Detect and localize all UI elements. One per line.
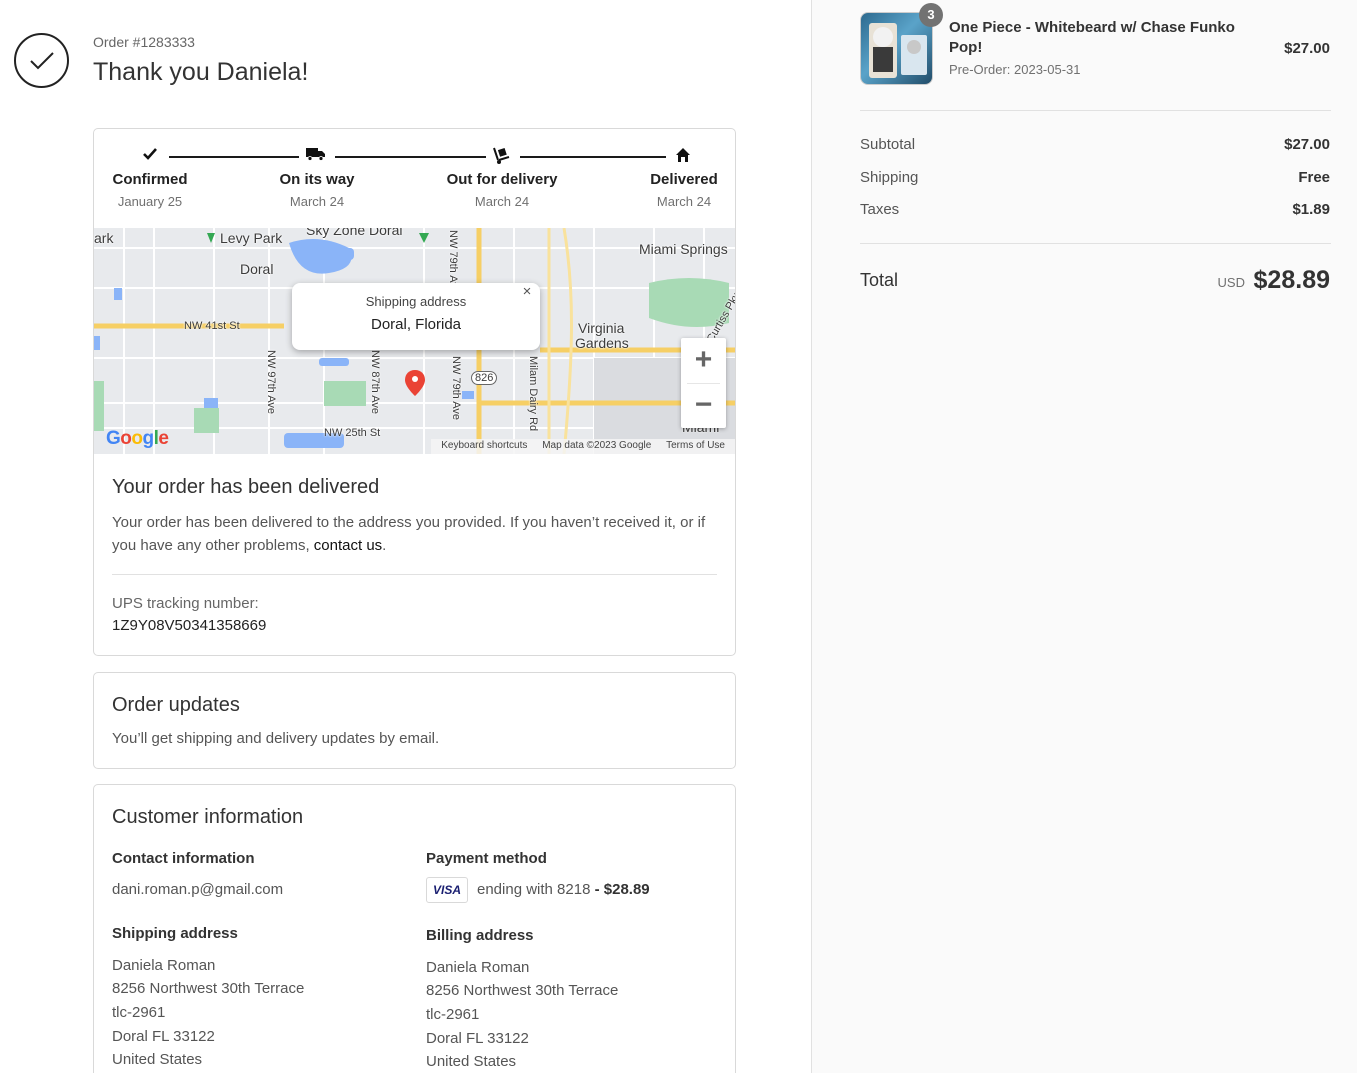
billing-address-heading: Billing address xyxy=(426,927,534,944)
payment-details: ending with 8218 - $28.89 xyxy=(477,881,650,898)
map-label: Levy Park xyxy=(220,230,283,246)
subtotal-value: $27.00 xyxy=(1284,136,1330,153)
payment-method-heading: Payment method xyxy=(426,850,547,867)
order-confirmed-icon xyxy=(14,33,69,88)
contact-email: dani.roman.p@gmail.com xyxy=(112,881,284,898)
step-date-out-for-delivery: March 24 xyxy=(474,194,530,209)
contact-info-heading: Contact information xyxy=(112,850,255,867)
divider xyxy=(112,574,717,575)
popup-city: Doral, Florida xyxy=(370,316,462,333)
tracking-label: UPS tracking number: xyxy=(112,595,259,612)
map-label: NW 41st St xyxy=(184,320,240,332)
delivery-progress: Confirmed On its way Out for delivery De… xyxy=(94,129,735,228)
map-label: NW 87th Ave xyxy=(369,350,381,414)
close-icon[interactable]: × xyxy=(518,283,536,301)
map-label: Doral xyxy=(240,261,274,277)
google-logo[interactable]: Google xyxy=(106,428,169,450)
progress-line xyxy=(169,156,299,158)
order-updates-heading: Order updates xyxy=(112,694,240,716)
keyboard-shortcuts-link[interactable]: Keyboard shortcuts xyxy=(441,440,527,451)
map-label: Gardens xyxy=(575,335,629,351)
order-updates-text: You’ll get shipping and delivery updates… xyxy=(112,730,440,747)
step-date-confirmed: January 25 xyxy=(117,194,183,209)
total-label: Total xyxy=(860,270,899,290)
shipping-value: Free xyxy=(1298,169,1330,186)
taxes-value: $1.89 xyxy=(1292,201,1330,218)
terms-of-use-link[interactable]: Terms of Use xyxy=(666,440,725,451)
step-label-confirmed: Confirmed xyxy=(112,171,188,188)
zoom-controls: + − xyxy=(681,338,726,428)
billing-address-line: Daniela Roman xyxy=(426,959,530,976)
order-status-box: Confirmed On its way Out for delivery De… xyxy=(93,128,736,656)
order-number: Order #1283333 xyxy=(93,34,195,50)
visa-icon: VISA xyxy=(426,877,468,903)
taxes-label: Taxes xyxy=(860,201,900,218)
step-date-on-its-way: March 24 xyxy=(289,194,345,209)
map-label: ark xyxy=(94,230,114,246)
total-currency: USD xyxy=(1217,275,1245,290)
product-price: $27.00 xyxy=(1284,40,1330,57)
zoom-out-button[interactable]: − xyxy=(681,383,726,428)
contact-us-link[interactable]: contact us xyxy=(314,537,382,554)
map-label: Miami Springs xyxy=(639,241,728,257)
product-variant: Pre-Order: 2023-05-31 xyxy=(949,62,1081,77)
truck-icon xyxy=(305,147,327,167)
delivered-message-text: Your order has been delivered to the add… xyxy=(112,514,706,554)
subtotal-label: Subtotal xyxy=(860,136,916,153)
hand-truck-icon xyxy=(490,147,512,167)
progress-line xyxy=(520,156,666,158)
step-label-delivered: Delivered xyxy=(650,171,718,188)
billing-address-line: Doral FL 33122 xyxy=(426,1030,529,1047)
map-label: NW 79th Ave xyxy=(450,356,462,420)
map-label: NW 97th Ave xyxy=(265,350,277,414)
home-icon xyxy=(672,147,694,167)
page-title: Thank you Daniela! xyxy=(93,58,309,86)
map-label: Sky Zone Doral xyxy=(306,228,403,238)
delivered-message: Your order has been delivered to the add… xyxy=(112,511,712,557)
map-label: NW 25th St xyxy=(324,427,381,439)
customer-info-heading: Customer information xyxy=(112,806,304,828)
billing-address-line: United States xyxy=(426,1053,517,1070)
step-date-delivered: March 24 xyxy=(656,194,712,209)
shipping-address-line: United States xyxy=(112,1051,203,1068)
map-data-attribution: Map data ©2023 Google xyxy=(542,440,652,451)
shipping-address-line: Doral FL 33122 xyxy=(112,1028,215,1045)
shipping-address-line: tlc-2961 xyxy=(112,1004,166,1021)
billing-address-line: tlc-2961 xyxy=(426,1006,480,1023)
customer-info-box: Customer information Contact information… xyxy=(93,784,736,1073)
delivered-heading: Your order has been delivered xyxy=(112,476,380,498)
zoom-in-button[interactable]: + xyxy=(681,338,726,383)
order-summary: 3 One Piece - Whitebeard w/ Chase Funko … xyxy=(811,0,1357,1073)
payment-amount: - $28.89 xyxy=(590,881,650,898)
shipping-label: Shipping xyxy=(860,169,919,186)
step-label-on-its-way: On its way xyxy=(279,171,355,188)
map-label: Virginia xyxy=(578,320,625,336)
quantity-badge: 3 xyxy=(919,3,943,27)
card-ending: ending with 8218 xyxy=(477,881,591,898)
summary-divider xyxy=(860,243,1331,244)
order-updates-box: Order updates You’ll get shipping and de… xyxy=(93,672,736,769)
summary-divider xyxy=(860,110,1331,111)
map-label: Milam Dairy Rd xyxy=(527,356,539,432)
shipping-address-line: Daniela Roman xyxy=(112,957,216,974)
popup-title: Shipping address xyxy=(365,294,467,309)
progress-line xyxy=(335,156,486,158)
check-icon xyxy=(139,147,161,167)
tracking-number: 1Z9Y08V50341358669 xyxy=(112,617,267,634)
total-value: $28.89 xyxy=(1253,266,1330,294)
shipping-address-line: 8256 Northwest 30th Terrace xyxy=(112,980,305,997)
shipping-map[interactable]: ark Levy Park Sky Zone Doral Doral Miami… xyxy=(94,228,735,454)
shipping-address-heading: Shipping address xyxy=(112,925,238,942)
route-shield: 826 xyxy=(471,371,498,385)
step-label-out-for-delivery: Out for delivery xyxy=(446,171,558,188)
main-content: Order #1283333 Thank you Daniela! Confir… xyxy=(0,0,811,1073)
map-footer: Keyboard shortcuts Map data ©2023 Google… xyxy=(431,439,735,454)
product-name: One Piece - Whitebeard w/ Chase Funko Po… xyxy=(949,19,1235,56)
shipping-address-popup: Shipping address Doral, Florida × xyxy=(292,283,540,350)
billing-address-line: 8256 Northwest 30th Terrace xyxy=(426,982,619,999)
delivered-message-end: . xyxy=(382,537,387,554)
